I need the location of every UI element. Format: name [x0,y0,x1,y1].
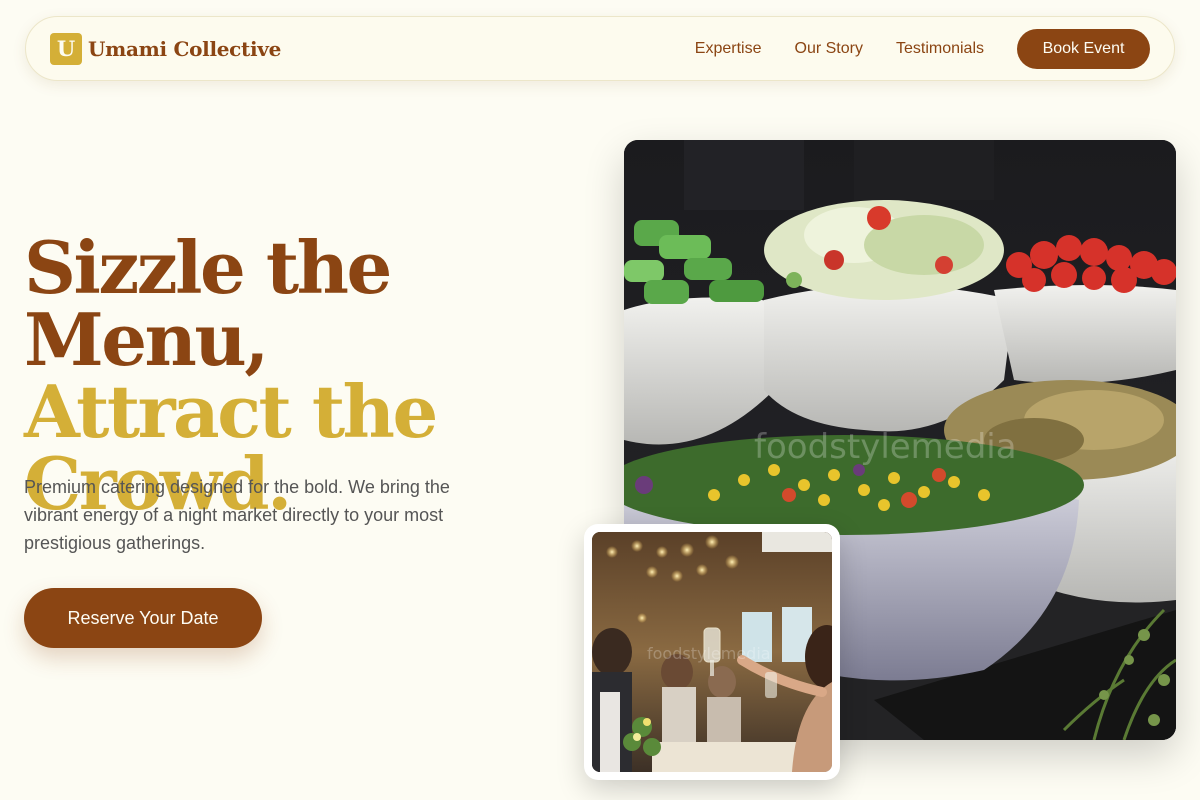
nav-link-our-story[interactable]: Our Story [795,40,863,58]
book-event-button[interactable]: Book Event [1017,28,1150,69]
hero-description: Premium catering designed for the bold. … [24,477,450,553]
nav-links: Expertise Our Story Testimonials Book Ev… [695,28,1150,69]
brand[interactable]: U Umami Collective [50,32,282,65]
hero-title-line2: Attract the [24,369,438,454]
event-photo-card: foodstylemedia [584,524,840,780]
reserve-date-button[interactable]: Reserve Your Date [24,588,262,648]
nav-link-testimonials[interactable]: Testimonials [896,40,984,58]
navbar: U Umami Collective Expertise Our Story T… [25,16,1175,81]
brand-name: Umami Collective [88,36,282,61]
hero-title-line1: Sizzle the Menu, [24,225,392,382]
event-toast-photo: foodstylemedia [592,532,832,772]
logo-icon: U [50,32,82,65]
nav-link-expertise[interactable]: Expertise [695,40,762,58]
